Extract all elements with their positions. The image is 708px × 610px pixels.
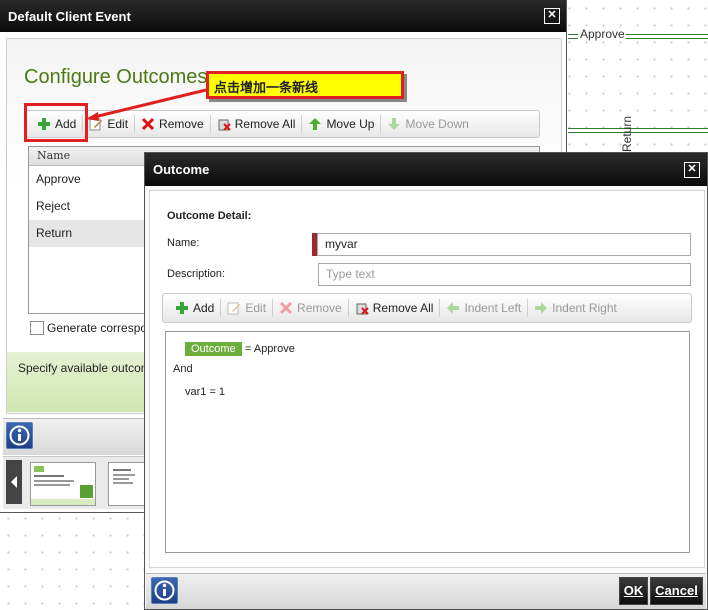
arrow-left-icon	[446, 301, 460, 315]
main-dialog-titlebar: Default Client Event	[0, 0, 566, 32]
expression-line-2[interactable]: And	[173, 363, 193, 375]
x-icon	[279, 301, 293, 315]
annotation-callout: 点击增加一条新线	[206, 71, 404, 99]
outcome-dialog-title: Outcome	[153, 162, 210, 177]
ok-button[interactable]: OK	[619, 577, 648, 605]
indent-right-button[interactable]: Indent Right	[528, 297, 623, 319]
main-dialog-title: Default Client Event	[8, 8, 131, 24]
thumbnail-1[interactable]	[30, 462, 96, 506]
info-panel-text: Specify available outcome	[18, 361, 158, 375]
outcome-edit-button[interactable]: Edit	[221, 297, 272, 319]
move-down-button-label: Move Down	[405, 117, 469, 131]
expression-editor[interactable]: Outcome = Approve And var1 = 1	[165, 331, 690, 553]
move-down-button[interactable]: Move Down	[381, 113, 474, 135]
outcome-tag: Outcome	[185, 342, 242, 356]
annotation-arrow	[86, 88, 207, 121]
expression-value: = Approve	[244, 343, 295, 355]
section-title: Outcome Detail:	[167, 210, 252, 222]
outcome-info-button[interactable]	[151, 577, 178, 604]
wizard-page-thumbnail-icon	[31, 466, 95, 505]
info-icon	[9, 425, 30, 446]
indent-left-label: Indent Left	[464, 301, 522, 315]
plus-icon	[175, 301, 189, 315]
indent-left-button[interactable]: Indent Left	[440, 297, 527, 319]
canvas-line-approve-right	[626, 34, 708, 39]
outcome-dialog-close-icon[interactable]: ✕	[684, 162, 700, 178]
move-up-button-label: Move Up	[326, 117, 375, 131]
canvas-label-return: Return	[620, 115, 634, 152]
description-placeholder: Type text	[326, 267, 375, 281]
trash-icon	[355, 301, 369, 315]
arrow-down-icon	[387, 117, 401, 131]
outcome-add-label: Add	[193, 301, 215, 315]
outcome-toolbar: Add Edit Remove Remove All Indent Left I…	[162, 293, 692, 323]
chevron-left-icon	[11, 476, 17, 488]
name-label: Name:	[167, 237, 200, 249]
outcome-remove-all-button[interactable]: Remove All	[349, 297, 440, 319]
info-icon	[154, 580, 175, 601]
thumbnail-prev-button[interactable]	[6, 460, 22, 504]
remove-all-button[interactable]: Remove All	[211, 113, 302, 135]
canvas-line-return	[568, 128, 708, 133]
outcome-edit-label: Edit	[245, 301, 267, 315]
generate-checkbox[interactable]	[30, 321, 44, 335]
outcome-dialog-titlebar: Outcome	[145, 153, 707, 186]
name-field[interactable]: myvar	[317, 233, 691, 256]
canvas-line-approve	[568, 34, 578, 39]
main-dialog-close-icon[interactable]: ✕	[544, 8, 560, 24]
outcome-dialog: Outcome ✕ Outcome Detail: Name: myvar De…	[145, 153, 707, 609]
outcome-remove-all-label: Remove All	[372, 301, 434, 315]
description-field[interactable]: Type text	[318, 263, 691, 286]
outcome-remove-button[interactable]: Remove	[273, 297, 348, 319]
wizard-page-thumbnail-icon	[113, 469, 135, 484]
remove-all-button-label: Remove All	[234, 117, 296, 131]
arrow-up-icon	[308, 117, 322, 131]
pencil-icon	[227, 301, 241, 315]
move-up-button[interactable]: Move Up	[302, 113, 380, 135]
main-info-button[interactable]	[6, 422, 33, 449]
outcome-remove-label: Remove	[297, 301, 342, 315]
highlight-box	[24, 103, 88, 142]
expression-line-1[interactable]: Outcome = Approve	[185, 341, 295, 356]
arrow-right-icon	[534, 301, 548, 315]
canvas-label-approve: Approve	[580, 27, 625, 41]
trash-icon	[217, 117, 231, 131]
annotation-text: 点击增加一条新线	[214, 81, 319, 96]
indent-right-label: Indent Right	[552, 301, 617, 315]
generate-checkbox-label: Generate correspor	[47, 321, 152, 335]
thumbnail-2[interactable]	[108, 462, 146, 506]
cancel-button[interactable]: Cancel	[650, 577, 703, 605]
description-label: Description:	[167, 268, 226, 280]
outcome-add-button[interactable]: Add	[169, 297, 220, 319]
expression-line-3[interactable]: var1 = 1	[185, 386, 225, 398]
